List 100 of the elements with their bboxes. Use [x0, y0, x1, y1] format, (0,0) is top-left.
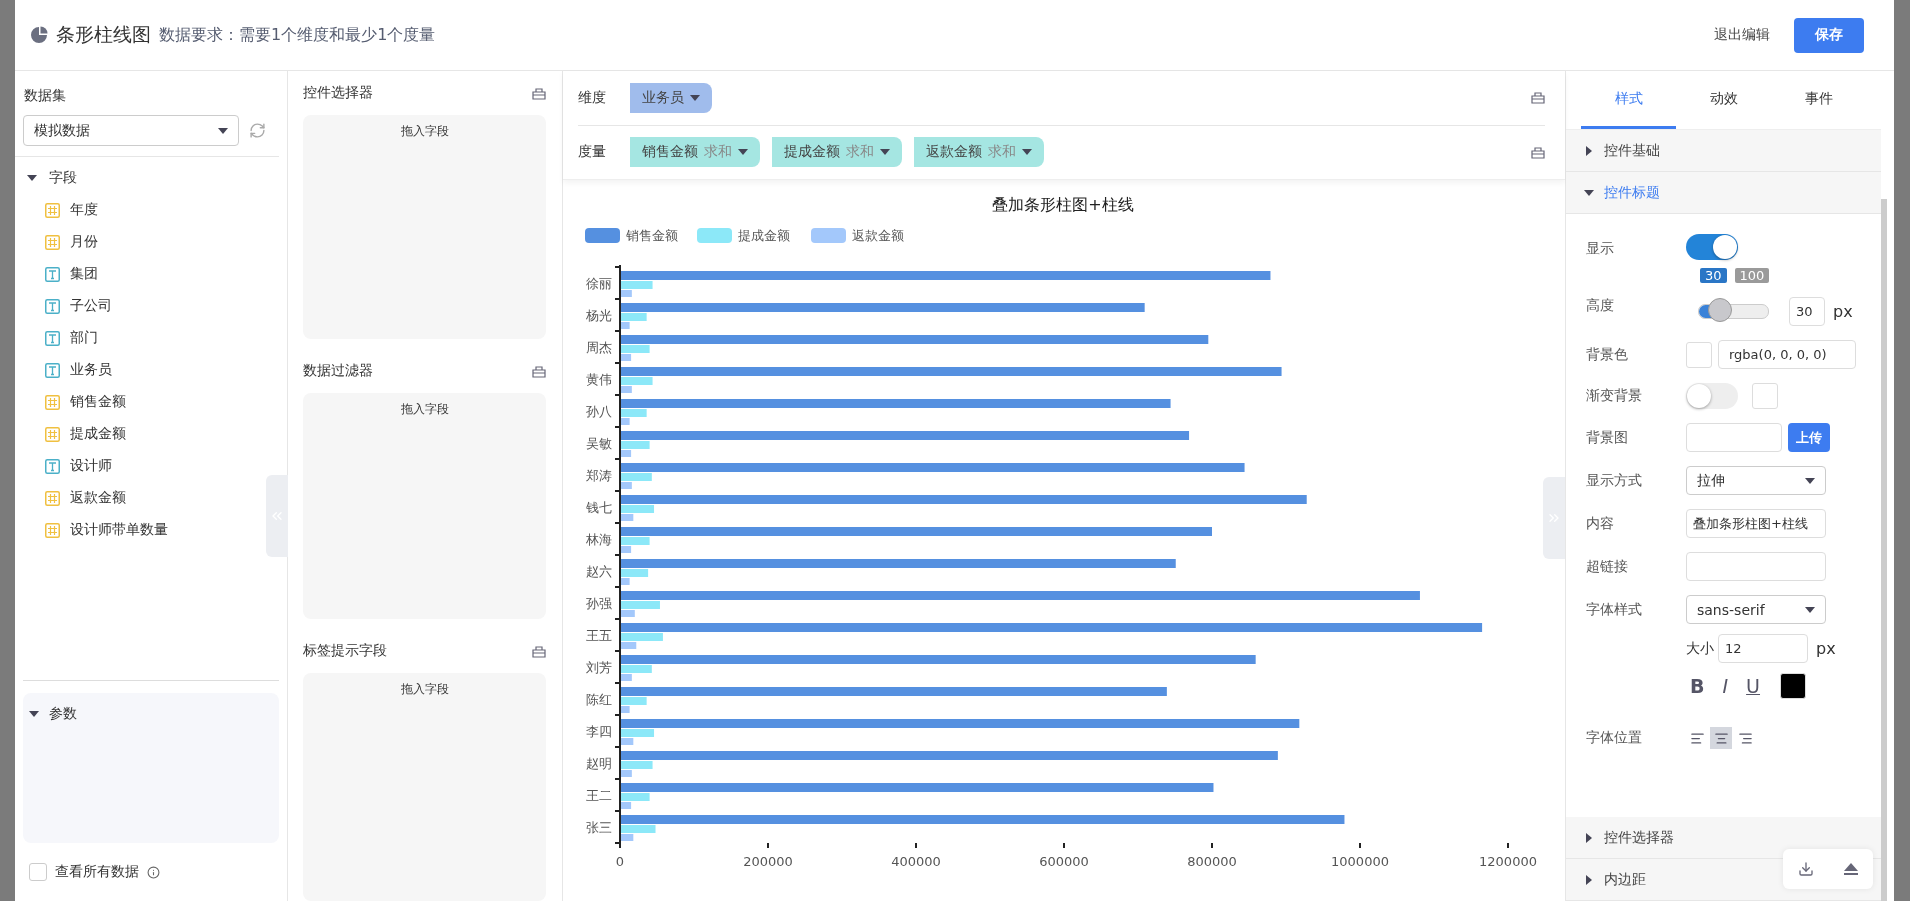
font-size-input[interactable]: 12 — [1718, 634, 1808, 663]
axis-label: 徐丽 — [586, 276, 612, 291]
view-all-label: 查看所有数据 — [55, 863, 139, 881]
section-header[interactable]: 控件标题 — [1566, 172, 1881, 214]
field-name[interactable]: 年度 — [70, 201, 98, 219]
field-label: 字体位置 — [1586, 729, 1643, 747]
slider-max-tag: 100 — [1734, 268, 1770, 283]
color-swatch[interactable] — [1752, 383, 1778, 409]
fields-header[interactable]: 字段 — [49, 169, 77, 187]
dataset-label: 数据集 — [23, 87, 67, 105]
caret-icon — [690, 94, 700, 101]
data-requirement: 数据要求：需要1个维度和最少1个度量 — [159, 24, 436, 46]
drop-zone[interactable]: 拖入字段 — [303, 673, 546, 901]
params-header[interactable]: 参数 — [49, 705, 77, 723]
slider-thumb[interactable] — [1707, 298, 1732, 322]
axis-label: 孙强 — [586, 596, 612, 611]
unit-label: px — [1833, 302, 1853, 321]
dimension-pill[interactable]: 业务员 — [630, 82, 712, 113]
dataset-select[interactable]: 模拟数据 — [23, 115, 239, 146]
axis-label: 王五 — [586, 628, 612, 643]
field-name[interactable]: 月份 — [70, 233, 98, 251]
display-mode-select[interactable]: 拉伸 — [1686, 466, 1826, 495]
grid-icon — [45, 426, 60, 442]
section-header[interactable]: 控件基础 — [1566, 130, 1881, 172]
axis-label: 0 — [615, 854, 625, 869]
field-name[interactable]: 集团 — [70, 265, 98, 283]
chart-title: 叠加条形柱图+柱线 — [992, 195, 1134, 214]
color-input[interactable]: rgba(0, 0, 0, 0) — [1718, 340, 1856, 369]
field-label: 渐变背景 — [1586, 387, 1643, 405]
download-icon[interactable] — [1797, 861, 1814, 877]
align-center-icon — [1713, 730, 1729, 746]
field-name[interactable]: 提成金额 — [70, 425, 126, 443]
content-input[interactable]: 叠加条形柱图+柱线 — [1686, 509, 1826, 538]
zone-title: 数据过滤器 — [303, 362, 373, 381]
caret-icon — [218, 127, 228, 134]
checkbox[interactable] — [29, 863, 47, 881]
eject-icon[interactable] — [1842, 862, 1859, 876]
text-type-icon — [45, 266, 60, 282]
align-right-icon — [1737, 730, 1753, 746]
measure-pill[interactable]: 返款金额 求和 — [914, 137, 1044, 168]
save-button[interactable]: 保存 — [1794, 17, 1864, 53]
drop-zone[interactable]: 拖入字段 — [303, 115, 546, 340]
axis-label: 800000 — [1187, 854, 1237, 869]
font-style-button[interactable]: B — [1686, 675, 1709, 697]
field-label: 显示方式 — [1586, 471, 1643, 490]
image-input[interactable] — [1686, 423, 1782, 452]
exit-edit-link[interactable]: 退出编辑 — [1714, 26, 1770, 44]
link-input[interactable] — [1686, 552, 1826, 581]
field-name[interactable]: 返款金额 — [70, 489, 126, 507]
text-type-icon — [45, 458, 60, 474]
collapse-handle[interactable] — [266, 475, 288, 557]
axis-label: 陈红 — [586, 692, 612, 707]
settings-tab[interactable]: 动效 — [1676, 71, 1771, 129]
settings-tab[interactable]: 事件 — [1771, 71, 1866, 129]
height-input[interactable]: 30 — [1789, 297, 1825, 326]
caret-icon — [880, 149, 890, 156]
align-center-button[interactable] — [1710, 727, 1732, 749]
axis-label: 赵明 — [586, 756, 612, 771]
field-name[interactable]: 业务员 — [70, 361, 112, 379]
field-name[interactable]: 设计师 — [70, 457, 112, 475]
expand-handle[interactable] — [1543, 477, 1565, 559]
axis-label: 李四 — [586, 724, 612, 739]
axis-label: 600000 — [1039, 854, 1089, 869]
field-name[interactable]: 子公司 — [70, 297, 112, 315]
axis-label: 吴敏 — [586, 436, 612, 451]
zone-title: 控件选择器 — [303, 84, 373, 103]
caret-icon — [1022, 149, 1032, 156]
field-label: 背景图 — [1586, 428, 1629, 447]
drop-zone[interactable]: 拖入字段 — [303, 393, 546, 620]
axis-label: 400000 — [891, 854, 941, 869]
legend-label: 销售金额 — [626, 228, 678, 243]
field-name[interactable]: 销售金额 — [70, 393, 126, 411]
toggle-switch[interactable] — [1686, 234, 1738, 260]
chart-type-title: 条形柱线图 — [56, 22, 151, 47]
font-style-button[interactable]: I — [1718, 675, 1733, 697]
text-type-icon — [45, 362, 60, 378]
grid-icon — [45, 394, 60, 410]
font-color-swatch[interactable] — [1780, 673, 1806, 699]
color-swatch[interactable] — [1686, 341, 1712, 368]
field-name[interactable]: 部门 — [70, 329, 98, 347]
slider-value-tag: 30 — [1700, 268, 1727, 283]
grid-icon — [45, 490, 60, 506]
grid-icon — [45, 522, 60, 538]
field-name[interactable]: 设计师带单数量 — [70, 521, 168, 539]
upload-button[interactable]: 上传 — [1788, 423, 1830, 452]
axis-label: 杨光 — [586, 308, 612, 323]
toggle-switch[interactable] — [1686, 383, 1738, 409]
refresh-icon[interactable] — [249, 122, 266, 139]
section-header[interactable]: 控件选择器 — [1566, 817, 1881, 859]
legend-label: 返款金额 — [852, 228, 904, 243]
field-label: 大小 — [1686, 639, 1714, 658]
measure-pill[interactable]: 提成金额 求和 — [772, 137, 902, 168]
font-family-select[interactable]: sans-serif — [1686, 595, 1826, 624]
grid-icon — [45, 202, 60, 218]
info-icon[interactable] — [147, 865, 160, 879]
axis-label: 1200000 — [1479, 854, 1537, 869]
font-style-button[interactable]: U — [1742, 675, 1764, 697]
measure-pill[interactable]: 销售金额 求和 — [630, 137, 760, 168]
axis-label: 林海 — [586, 532, 612, 547]
caret-icon — [1586, 874, 1592, 885]
